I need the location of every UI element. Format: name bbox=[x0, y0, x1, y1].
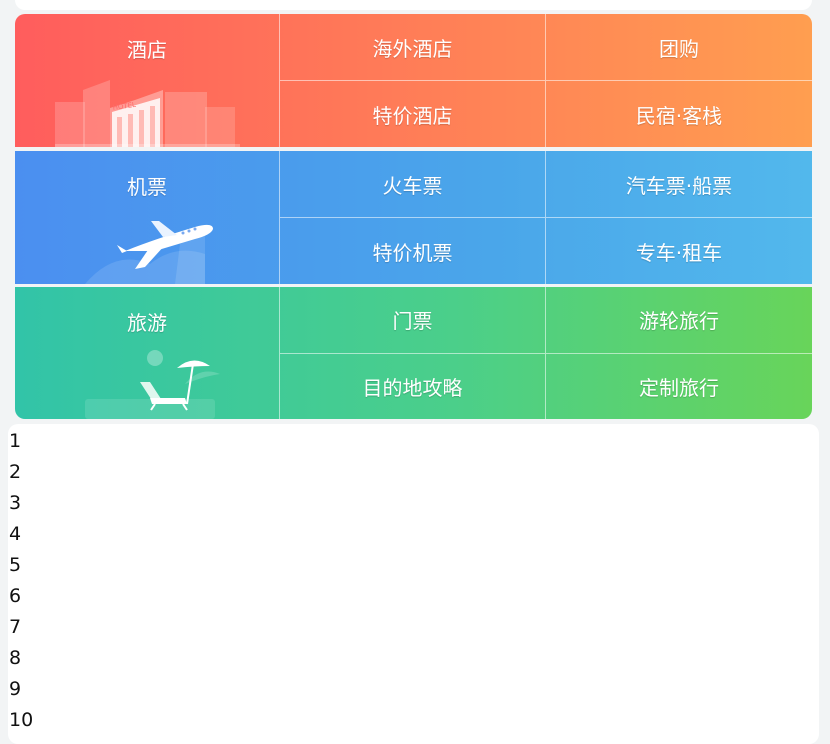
attraction-ticket-button[interactable]: 门票 bbox=[280, 287, 545, 353]
hotel-label: 酒店 bbox=[127, 38, 167, 62]
car-rental-button[interactable]: 专车·租车 bbox=[546, 217, 812, 284]
travel-row: 旅游 门票 目的地攻略 游轮旅行 定制旅行 bbox=[15, 287, 812, 419]
homestay-inn-button[interactable]: 民宿·客栈 bbox=[546, 80, 812, 147]
train-ticket-button[interactable]: 火车票 bbox=[280, 151, 545, 217]
hotel-col-1: 海外酒店 特价酒店 bbox=[280, 14, 546, 147]
flight-row: 机票 火车票 特价机票 汽车票·船票 专车·租车 bbox=[15, 151, 812, 284]
list-item: 8 bbox=[9, 647, 22, 669]
list-item: 1 bbox=[9, 430, 22, 452]
hotel-col-2: 团购 民宿·客栈 bbox=[546, 14, 812, 147]
hotel-building-icon: HOTEL bbox=[55, 80, 240, 147]
airplane-icon bbox=[85, 221, 213, 284]
list-item: 9 bbox=[9, 678, 22, 700]
destination-guide-button[interactable]: 目的地攻略 bbox=[280, 352, 545, 420]
flight-main-button[interactable]: 机票 bbox=[15, 151, 280, 284]
travel-col-1: 门票 目的地攻略 bbox=[280, 287, 546, 419]
hotel-row: 酒店 HOTEL 海外酒店 特价酒店 团购 民宿·客栈 bbox=[15, 14, 812, 147]
travel-col-2: 游轮旅行 定制旅行 bbox=[546, 287, 812, 419]
beach-chair-umbrella-icon bbox=[85, 350, 220, 419]
group-buy-button[interactable]: 团购 bbox=[546, 14, 812, 80]
discount-flight-button[interactable]: 特价机票 bbox=[280, 217, 545, 284]
list-item: 10 bbox=[9, 709, 34, 731]
travel-main-button[interactable]: 旅游 bbox=[15, 287, 280, 419]
hotel-main-button[interactable]: 酒店 HOTEL bbox=[15, 14, 280, 147]
custom-travel-button[interactable]: 定制旅行 bbox=[546, 352, 812, 420]
list-item: 4 bbox=[9, 523, 22, 545]
number-list-card: 1 2 3 4 5 6 7 8 9 10 bbox=[8, 424, 819, 744]
list-item: 5 bbox=[9, 554, 22, 576]
top-card bbox=[15, 0, 812, 10]
discount-hotel-button[interactable]: 特价酒店 bbox=[280, 80, 545, 147]
list-item: 2 bbox=[9, 461, 22, 483]
list-item: 3 bbox=[9, 492, 22, 514]
list-item: 6 bbox=[9, 585, 22, 607]
cruise-travel-button[interactable]: 游轮旅行 bbox=[546, 287, 812, 353]
bus-ship-ticket-button[interactable]: 汽车票·船票 bbox=[546, 151, 812, 217]
travel-label: 旅游 bbox=[127, 311, 167, 335]
flight-col-1: 火车票 特价机票 bbox=[280, 151, 546, 284]
list-item: 7 bbox=[9, 616, 22, 638]
flight-label: 机票 bbox=[127, 175, 167, 199]
travel-nav-grid: 酒店 HOTEL 海外酒店 特价酒店 团购 民宿·客栈 机票 火车票 特价机票 … bbox=[15, 14, 812, 419]
overseas-hotel-button[interactable]: 海外酒店 bbox=[280, 14, 545, 80]
flight-col-2: 汽车票·船票 专车·租车 bbox=[546, 151, 812, 284]
